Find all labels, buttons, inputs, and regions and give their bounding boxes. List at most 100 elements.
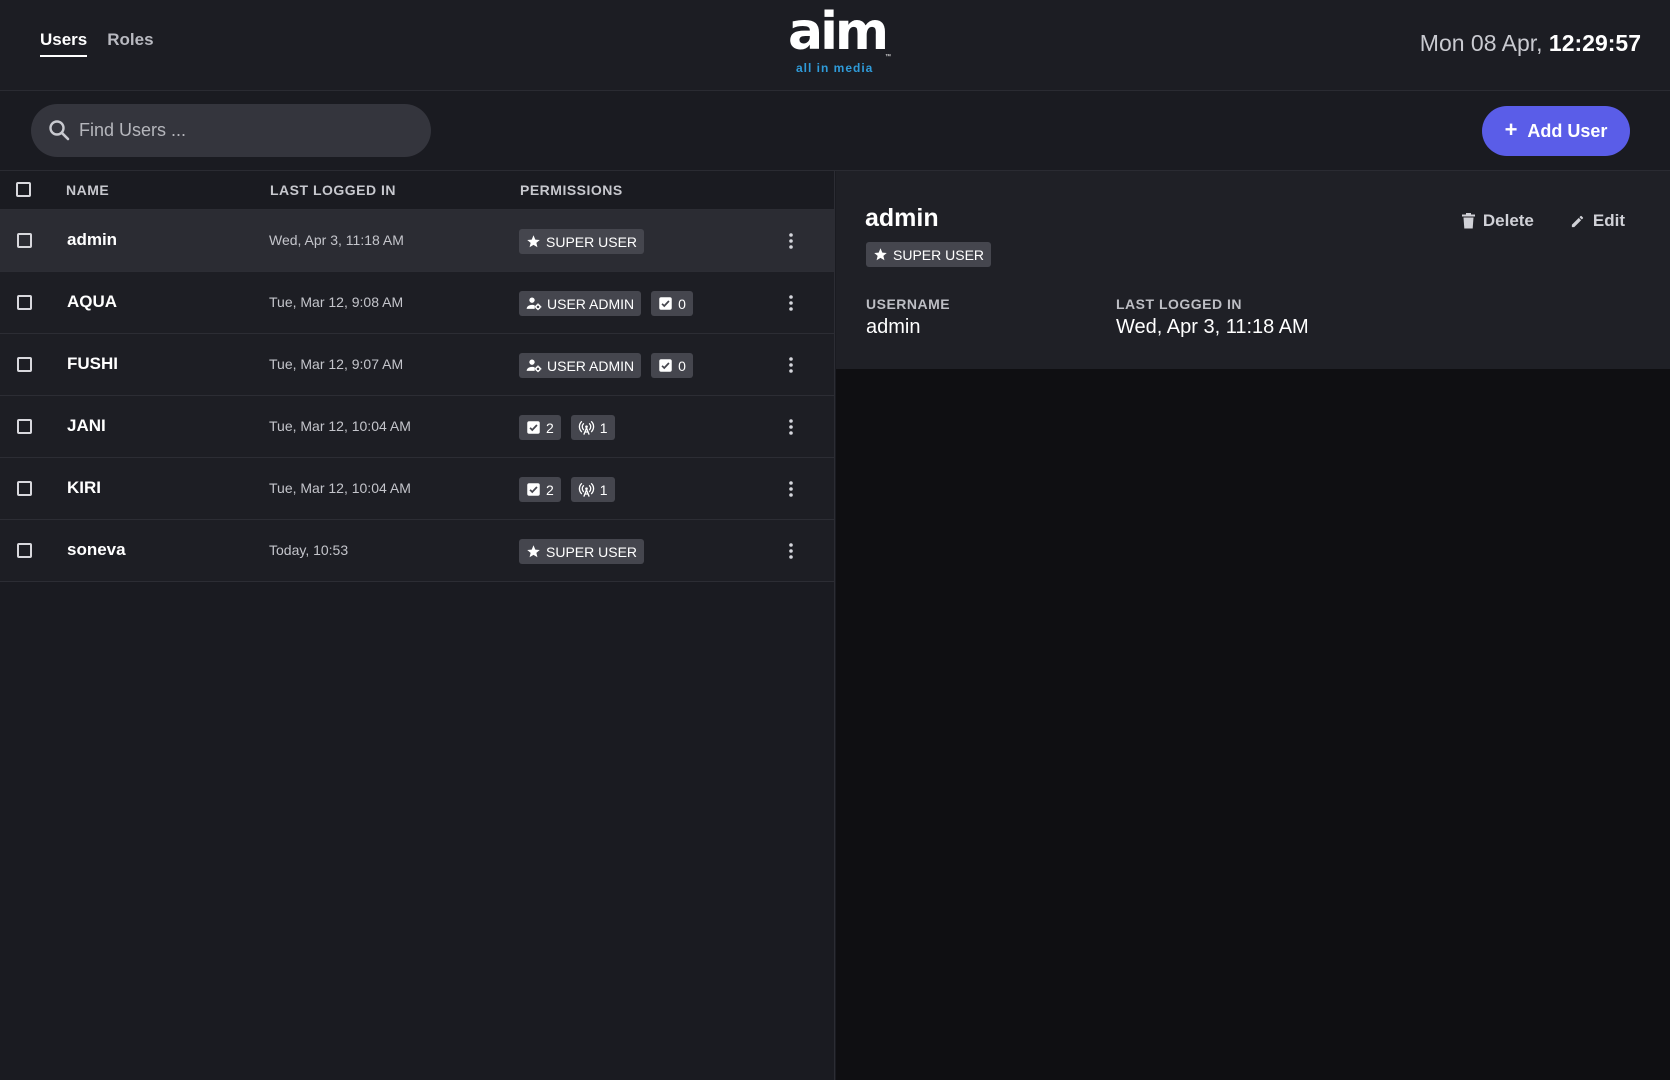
column-permissions: PERMISSIONS [520, 182, 623, 198]
detail-title: admin [865, 204, 939, 232]
super-user-badge: SUPER USER [519, 539, 645, 564]
table-row[interactable]: JANI Tue, Mar 12, 10:04 AM 2 1 [0, 396, 834, 458]
user-name: KIRI [67, 478, 101, 497]
row-checkbox[interactable] [17, 481, 32, 496]
user-last-logged-in: Tue, Mar 12, 9:08 AM [269, 294, 404, 310]
permission-badges: SUPER USER [519, 539, 645, 564]
user-last-logged-in: Tue, Mar 12, 10:04 AM [269, 418, 411, 434]
row-checkbox[interactable] [17, 357, 32, 372]
table-row[interactable]: admin Wed, Apr 3, 11:18 AM SUPER USER [0, 210, 834, 272]
user-last-logged-in: Tue, Mar 12, 9:07 AM [269, 356, 404, 372]
user-last-logged-in: Today, 10:53 [269, 542, 349, 558]
trash-icon [1461, 213, 1475, 229]
checkbox-icon [659, 359, 672, 372]
permission-badges: USER ADMIN 0 [519, 353, 693, 378]
permission-badges: 2 1 [519, 477, 615, 502]
column-name[interactable]: NAME [66, 182, 109, 198]
user-admin-icon [526, 297, 542, 311]
user-name: soneva [67, 540, 126, 559]
broadcast-icon [578, 420, 595, 435]
permission-badges: USER ADMIN 0 [519, 291, 693, 316]
row-checkbox[interactable] [17, 543, 32, 558]
tab-roles[interactable]: Roles [107, 30, 153, 57]
users-table: NAME LAST LOGGED IN PERMISSIONS admin We… [0, 171, 835, 1080]
toolbar: + Add User [0, 91, 1670, 171]
edit-button[interactable]: Edit [1570, 211, 1625, 231]
star-icon [527, 235, 540, 248]
column-last-logged-in[interactable]: LAST LOGGED IN [270, 182, 396, 198]
permission-badges: SUPER USER [519, 229, 645, 254]
pencil-icon [1571, 215, 1584, 227]
badge-label: 1 [599, 481, 608, 498]
user-name: JANI [67, 416, 106, 435]
table-row[interactable]: AQUA Tue, Mar 12, 9:08 AM USER ADMIN 0 [0, 272, 834, 334]
badge-label: 0 [678, 295, 686, 312]
badge-label: SUPER USER [893, 246, 985, 263]
user-name: admin [67, 230, 118, 249]
clock-date: Mon 08 Apr, [1419, 30, 1543, 56]
last-logged-in-label: LAST LOGGED IN [1116, 296, 1242, 312]
badge-label: 0 [678, 357, 686, 374]
search-input[interactable] [79, 104, 409, 157]
star-icon [527, 545, 540, 558]
top-bar: Users Roles aim ™ all in media Mon 08 Ap… [0, 0, 1670, 91]
user-admin-icon [526, 359, 542, 373]
table-row[interactable]: FUSHI Tue, Mar 12, 9:07 AM USER ADMIN 0 [0, 334, 834, 396]
row-checkbox[interactable] [17, 419, 32, 434]
row-checkbox[interactable] [17, 295, 32, 310]
search-icon [49, 120, 70, 141]
user-admin-badge: USER ADMIN [519, 291, 642, 316]
clock-time: 12:29:57 [1548, 30, 1641, 56]
super-user-badge: SUPER USER [519, 229, 645, 254]
more-options-icon[interactable] [784, 354, 798, 376]
more-options-icon[interactable] [784, 292, 798, 314]
task-count-badge: 0 [651, 291, 693, 316]
badge-label: 2 [546, 419, 554, 436]
more-options-icon[interactable] [784, 416, 798, 438]
row-checkbox[interactable] [17, 233, 32, 248]
task-count-badge: 2 [519, 415, 561, 440]
app: Users Roles aim ™ all in media Mon 08 Ap… [0, 0, 1670, 1080]
delete-button[interactable]: Delete [1461, 211, 1534, 231]
checkbox-icon [659, 297, 672, 310]
more-options-icon[interactable] [784, 540, 798, 562]
broadcast-icon [578, 482, 595, 497]
channel-count-badge: 1 [570, 415, 615, 440]
search-box[interactable] [31, 104, 431, 157]
nav-tabs: Users Roles [40, 30, 154, 57]
logo-tagline: all in media [796, 61, 874, 75]
table-row[interactable]: KIRI Tue, Mar 12, 10:04 AM 2 1 [0, 458, 834, 520]
detail-empty-area [836, 369, 1670, 1080]
username-label: USERNAME [866, 296, 951, 312]
user-name: FUSHI [67, 354, 118, 373]
super-user-badge: SUPER USER [866, 242, 992, 267]
user-last-logged-in: Wed, Apr 3, 11:18 AM [269, 232, 404, 248]
add-user-label: Add User [1527, 120, 1608, 141]
badge-label: 2 [546, 481, 554, 498]
last-logged-in-value: Wed, Apr 3, 11:18 AM [1116, 316, 1309, 338]
table-row[interactable]: soneva Today, 10:53 SUPER USER [0, 520, 834, 582]
add-user-button[interactable]: + Add User [1482, 106, 1630, 156]
delete-label: Delete [1482, 211, 1534, 230]
select-all-checkbox[interactable] [16, 182, 31, 197]
user-last-logged-in: Tue, Mar 12, 10:04 AM [269, 480, 411, 496]
task-count-badge: 2 [519, 477, 561, 502]
detail-actions: Delete Edit [1461, 211, 1625, 231]
username-value: admin [866, 316, 921, 338]
tab-users[interactable]: Users [40, 30, 88, 57]
clock: Mon 08 Apr, 12:29:57 [1420, 30, 1641, 57]
badge-label: USER ADMIN [547, 295, 635, 312]
badge-label: 1 [599, 419, 608, 436]
logo-wordmark: aim [788, 2, 889, 62]
logo-trademark: ™ [885, 54, 891, 60]
permission-badges: 2 1 [519, 415, 615, 440]
channel-count-badge: 1 [570, 477, 615, 502]
table-header: NAME LAST LOGGED IN PERMISSIONS [0, 171, 834, 210]
more-options-icon[interactable] [784, 230, 798, 252]
task-count-badge: 0 [651, 353, 693, 378]
plus-icon: + [1504, 117, 1518, 142]
more-options-icon[interactable] [784, 478, 798, 500]
badge-label: SUPER USER [546, 233, 638, 250]
user-name: AQUA [67, 292, 118, 311]
user-admin-badge: USER ADMIN [519, 353, 642, 378]
